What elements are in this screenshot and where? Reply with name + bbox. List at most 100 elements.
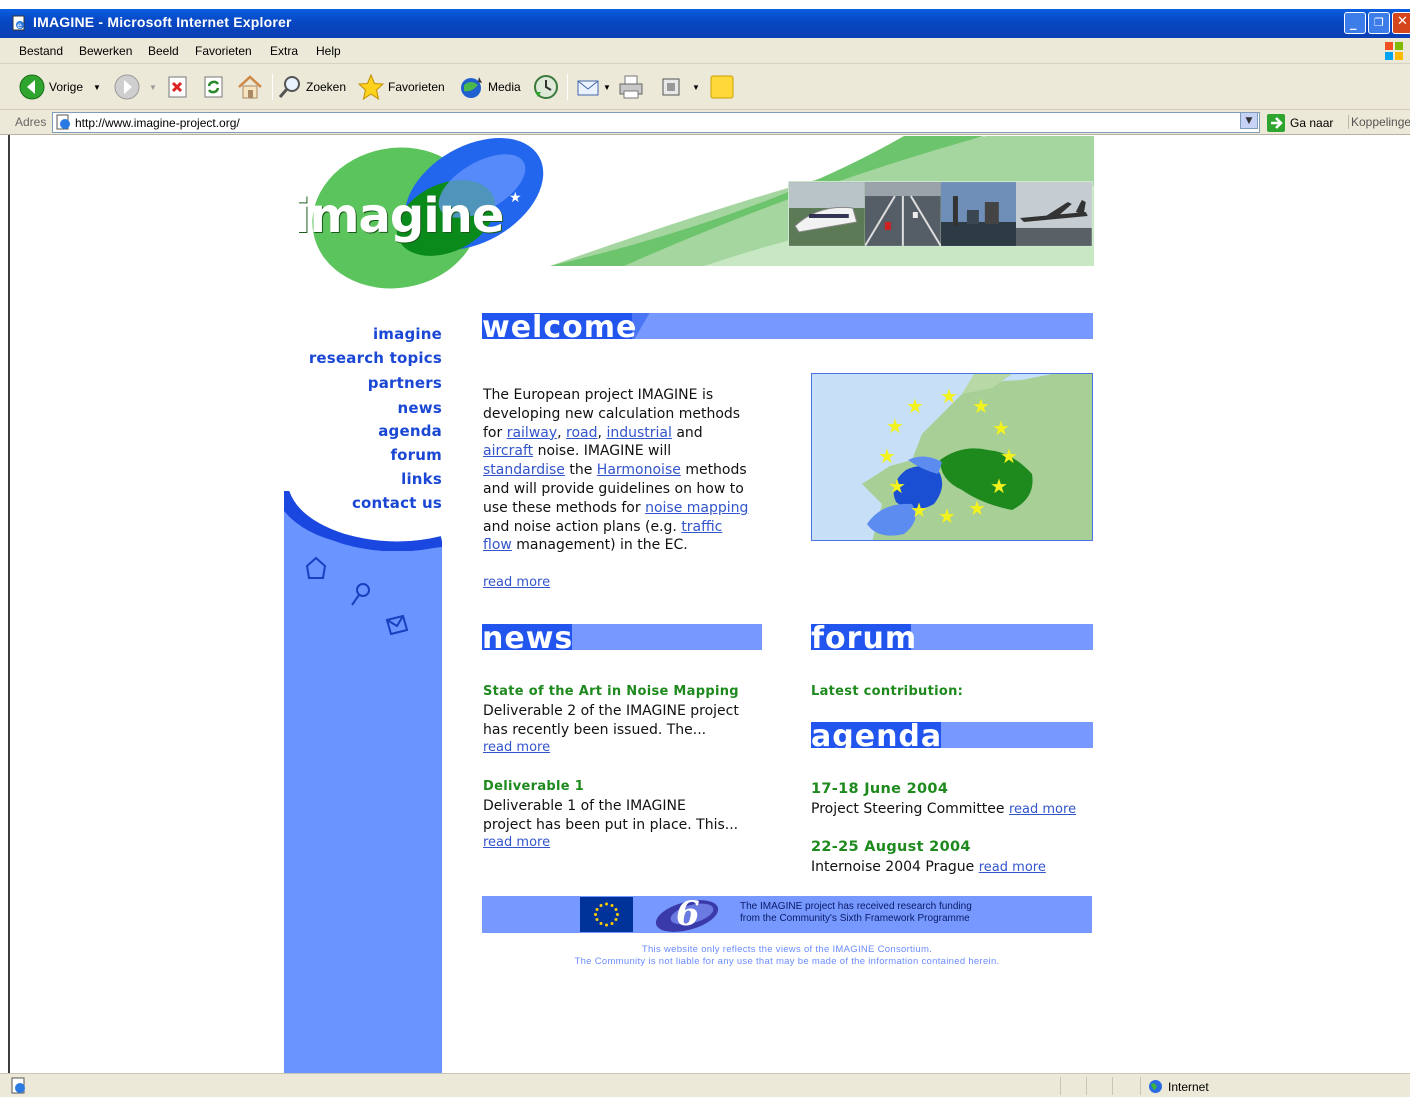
forum-heading: forum [811,624,918,650]
eu-star-icon: ★ [938,504,956,528]
menu-favorieten[interactable]: Favorieten [195,44,252,58]
globe-icon [1149,1080,1162,1093]
nav-forum[interactable]: forum [390,446,442,464]
news-read-more[interactable]: read more [483,740,550,755]
address-url: http://www.imagine-project.org/ [75,116,240,130]
nav-news[interactable]: news [398,399,442,417]
menu-bar: Bestand Bewerken Beeld Favorieten Extra … [0,38,1410,64]
address-dropdown-button[interactable]: ▼ [1240,112,1258,129]
eu-star-icon: ★ [968,496,986,520]
nav-links[interactable]: links [401,470,442,488]
disclaimer: This website only reflects the views of … [574,944,1000,967]
nav-partners[interactable]: partners [368,374,442,392]
menu-beeld[interactable]: Beeld [148,44,179,58]
fp6-number: 6 [676,894,700,934]
web-page: imagine ★ imagine research topics partne… [12,136,1410,1073]
go-arrow-icon [1267,113,1285,132]
forward-button[interactable]: ▼ [113,72,157,102]
road-photo [864,182,941,246]
link-railway[interactable]: railway [507,425,557,441]
history-icon [534,75,558,99]
stop-button[interactable] [167,72,189,102]
sticky-note-icon [710,75,734,99]
link-road[interactable]: road [566,425,597,441]
favorites-button[interactable]: Favorieten [357,72,445,102]
agenda-item-text: Project Steering Committee read more [811,801,1077,817]
site-logo[interactable]: imagine [294,188,504,244]
page-icon [56,114,70,130]
news-heading: news [482,624,574,650]
welcome-text: The European project IMAGINE is developi… [483,387,749,554]
address-label: Adres [15,115,47,129]
eu-star-icon: ★ [888,474,906,498]
banner-photos [788,181,1093,247]
favorites-star-icon [357,73,385,101]
refresh-icon [204,76,223,98]
link-noise-mapping[interactable]: noise mapping [645,500,748,516]
windows-logo-icon [1385,42,1403,60]
close-button[interactable]: ✕ [1392,12,1410,34]
mail-button[interactable]: ▼ [575,72,611,102]
link-standardise[interactable]: standardise [483,462,565,478]
search-icon [278,76,300,98]
welcome-heading: welcome [482,313,638,339]
eu-star-icon: ★ [992,416,1010,440]
news-read-more[interactable]: read more [483,835,550,850]
nav-research-topics[interactable]: research topics [309,349,442,367]
link-aircraft[interactable]: aircraft [483,443,533,459]
link-harmonoise[interactable]: Harmonoise [597,462,681,478]
notes-button[interactable] [709,72,735,102]
eu-star-icon: ★ [1000,444,1018,468]
menu-help[interactable]: Help [316,44,341,58]
refresh-button[interactable] [203,72,225,102]
restore-button[interactable]: ❐ [1368,12,1390,34]
home-icon [238,75,262,99]
edit-button[interactable]: ▼ [660,72,700,102]
nav-agenda[interactable]: agenda [378,422,442,440]
media-icon [461,77,482,98]
link-industrial[interactable]: industrial [606,425,671,441]
news-item-summary: Deliverable 1 of the IMAGINE project has… [483,798,739,833]
menu-extra[interactable]: Extra [270,44,298,58]
eu-funding-bar: 6 The IMAGINE project has received resea… [482,894,1092,934]
link-flow[interactable]: flow [483,537,512,553]
eu-star-icon: ★ [886,414,904,438]
back-arrow-icon [19,74,45,100]
welcome-heading-bar: welcome [482,313,1093,339]
home-button[interactable] [236,72,264,102]
link-traffic[interactable]: traffic [681,519,722,535]
menu-bewerken[interactable]: Bewerken [79,44,132,58]
address-bar: Adres http://www.imagine-project.org/ ▼ … [0,110,1410,135]
links-toolbar[interactable]: Koppelingen [1348,115,1410,129]
security-zone: Internet [1148,1079,1209,1094]
search-button[interactable]: Zoeken [276,72,346,102]
news-item-title[interactable]: State of the Art in Noise Mapping [483,684,739,699]
forward-arrow-icon [114,74,140,100]
nav-imagine[interactable]: imagine [373,325,442,343]
aircraft-photo [1016,182,1092,246]
go-button[interactable]: Ga naar [1266,112,1333,133]
back-button[interactable]: Vorige ▼ [18,72,101,102]
address-input[interactable]: http://www.imagine-project.org/ [52,112,1260,133]
printer-icon [619,75,643,99]
print-button[interactable] [617,72,645,102]
stop-icon [168,76,187,98]
nav-contact-us[interactable]: contact us [352,494,442,512]
agenda-read-more[interactable]: read more [1009,802,1076,817]
history-button[interactable] [532,72,560,102]
news-item-title[interactable]: Deliverable 1 [483,779,584,794]
europe-map: ★ ★ ★ ★ ★ ★ ★ ★ ★ ★ ★ ★ [811,373,1093,541]
agenda-read-more[interactable]: read more [979,860,1046,875]
eu-flag [580,897,633,932]
minimize-button[interactable]: _ [1344,12,1366,34]
eu-star-icon: ★ [878,444,896,468]
eu-star-icon: ★ [940,384,958,408]
envelope-icon [385,614,409,636]
industry-photo [940,182,1017,246]
mail-icon [577,80,599,96]
edit-icon [662,78,680,96]
menu-bestand[interactable]: Bestand [19,44,63,58]
agenda-item-text: Internoise 2004 Prague read more [811,859,1046,875]
media-button[interactable]: Media [458,72,521,102]
welcome-read-more[interactable]: read more [483,575,550,590]
